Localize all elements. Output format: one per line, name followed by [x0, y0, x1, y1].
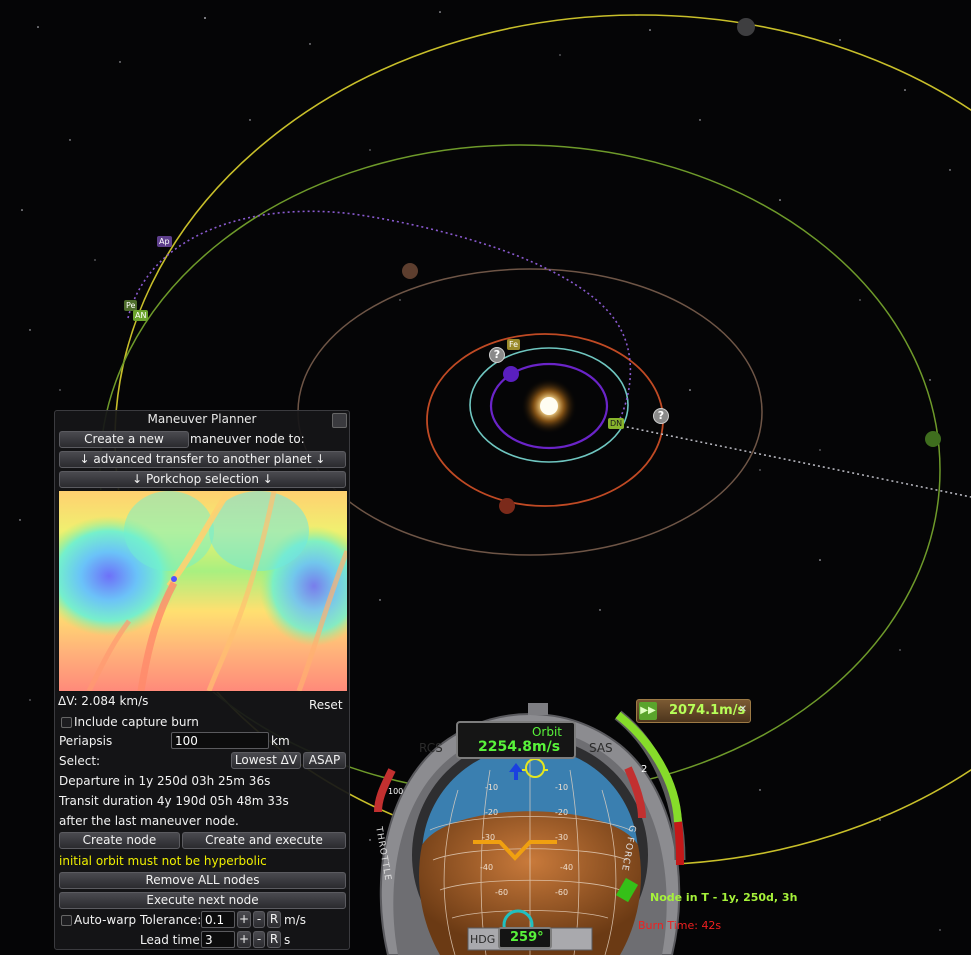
- planet-purple[interactable]: [503, 366, 519, 382]
- svg-text:-20: -20: [555, 808, 568, 817]
- warp-to-node-icon[interactable]: ▶▶: [639, 702, 657, 720]
- lead-time-unit: s: [284, 933, 291, 947]
- lead-time-plus-button[interactable]: +: [237, 931, 251, 948]
- tolerance-minus-button[interactable]: -: [253, 911, 265, 928]
- tolerance-label: Tolerance:: [140, 913, 202, 927]
- encounter-marker[interactable]: Fe: [507, 339, 521, 350]
- burn-time-info: Burn Time: 42s: [638, 919, 722, 932]
- gforce-scale-mark: 2: [641, 764, 648, 775]
- svg-text:-10: -10: [555, 783, 568, 792]
- create-new-button[interactable]: Create a new: [59, 431, 189, 448]
- lowest-dv-button[interactable]: Lowest ΔV: [231, 752, 301, 769]
- svg-text:-60: -60: [495, 888, 508, 897]
- heading-display: 259°: [498, 927, 552, 949]
- svg-text:-40: -40: [560, 863, 573, 872]
- create-and-execute-button[interactable]: Create and execute: [182, 832, 346, 849]
- tolerance-unit: m/s: [284, 913, 306, 927]
- periapsis-label: Periapsis: [59, 734, 113, 748]
- descending-node-marker[interactable]: DN: [608, 418, 625, 429]
- create-node-button[interactable]: Create node: [59, 832, 180, 849]
- lead-time-minus-button[interactable]: -: [253, 931, 265, 948]
- maneuver-planner-window: Maneuver Planner Create a new maneuver n…: [54, 410, 350, 950]
- svg-text:-40: -40: [480, 863, 493, 872]
- periapsis-input[interactable]: [171, 732, 269, 749]
- unknown-object-icon[interactable]: ?: [489, 347, 505, 363]
- include-capture-burn-label: Include capture burn: [74, 715, 199, 729]
- heading-label: HDG: [470, 933, 496, 946]
- speed-mode: Orbit: [531, 725, 562, 739]
- node-time-info: Node in T - 1y, 250d, 3h: [650, 891, 798, 904]
- planet-brown[interactable]: [402, 263, 418, 279]
- apoapsis-marker[interactable]: Ap: [157, 236, 172, 247]
- auto-warp-label: Auto-warp: [74, 913, 137, 927]
- close-icon[interactable]: ✕: [739, 704, 747, 715]
- remove-all-nodes-button[interactable]: Remove ALL nodes: [59, 872, 346, 889]
- include-capture-burn-checkbox[interactable]: [61, 717, 72, 728]
- svg-text:-60: -60: [555, 888, 568, 897]
- execute-next-node-button[interactable]: Execute next node: [59, 892, 346, 909]
- sas-label[interactable]: SAS: [589, 741, 613, 755]
- tolerance-plus-button[interactable]: +: [237, 911, 251, 928]
- operation-dropdown[interactable]: ↓ advanced transfer to another planet ↓: [59, 451, 346, 468]
- planet-red[interactable]: [499, 498, 515, 514]
- porkchop-plot[interactable]: [58, 490, 348, 692]
- heading-value: 259°: [510, 930, 544, 945]
- lead-time-input[interactable]: [201, 931, 235, 948]
- svg-text:-20: -20: [485, 808, 498, 817]
- svg-text:-10: -10: [485, 783, 498, 792]
- asap-button[interactable]: ASAP: [303, 752, 346, 769]
- maneuver-dv-readout[interactable]: ▶▶ 2074.1m/s ✕: [636, 699, 751, 723]
- tolerance-input[interactable]: [201, 911, 235, 928]
- throttle-scale-mark: 100: [388, 787, 404, 796]
- ascending-node-marker[interactable]: AN: [133, 310, 149, 321]
- maneuver-dv-value: 2074.1m/s: [669, 703, 746, 718]
- select-label: Select:: [59, 754, 101, 768]
- planet-grey[interactable]: [737, 18, 755, 36]
- planet-green[interactable]: [925, 431, 941, 447]
- window-title: Maneuver Planner: [147, 412, 257, 426]
- speed-display[interactable]: Orbit 2254.8m/s: [456, 721, 576, 759]
- periapsis-unit: km: [271, 734, 290, 748]
- rcs-label[interactable]: RCS: [419, 741, 443, 755]
- after-node-text: after the last maneuver node.: [59, 814, 239, 828]
- unknown-object-icon-2[interactable]: ?: [653, 408, 669, 424]
- escape-trajectory: [616, 424, 971, 498]
- sun-core: [540, 397, 558, 415]
- lead-time-reset-button[interactable]: R: [267, 931, 281, 948]
- porkchop-dropdown[interactable]: ↓ Porkchop selection ↓: [59, 471, 346, 488]
- departure-text: Departure in 1y 250d 03h 25m 36s: [59, 774, 271, 788]
- tolerance-reset-button[interactable]: R: [267, 911, 281, 928]
- close-icon[interactable]: [332, 413, 347, 428]
- reset-button[interactable]: Reset: [309, 697, 343, 713]
- transit-text: Transit duration 4y 190d 05h 48m 33s: [59, 794, 289, 808]
- hyperbolic-warning: initial orbit must not be hyperbolic: [59, 854, 267, 868]
- create-new-suffix: maneuver node to:: [190, 432, 305, 446]
- speed-value: 2254.8m/s: [478, 739, 561, 755]
- lead-time-label: Lead time:: [140, 933, 204, 947]
- delta-v-readout: ΔV: 2.084 km/s: [58, 694, 149, 708]
- auto-warp-checkbox[interactable]: [61, 915, 72, 926]
